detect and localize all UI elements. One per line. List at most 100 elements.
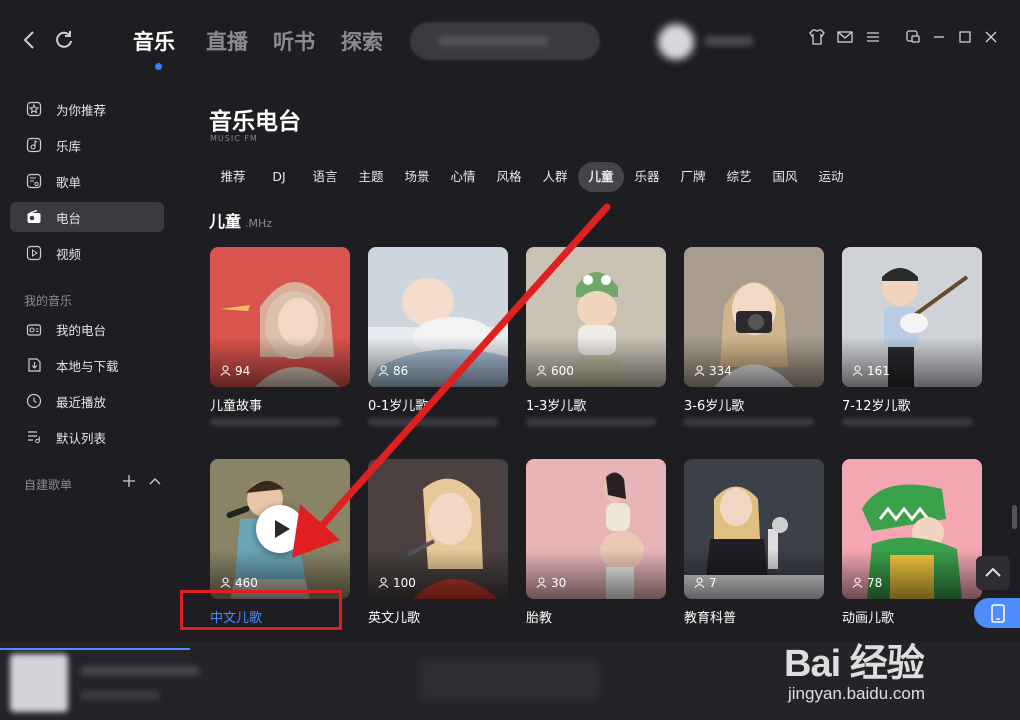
- card-description: [684, 418, 814, 426]
- card-title[interactable]: 儿童故事: [210, 395, 262, 414]
- radio-card[interactable]: 334: [684, 247, 824, 387]
- playback-controls[interactable]: [420, 660, 600, 700]
- collapse-up-icon[interactable]: [148, 474, 162, 488]
- maximize-icon[interactable]: [956, 28, 974, 46]
- music-library-icon: [26, 137, 42, 153]
- download-icon: [26, 357, 42, 373]
- user-profile[interactable]: [650, 22, 770, 62]
- card-title[interactable]: 3-6岁儿歌: [684, 395, 744, 414]
- page-title: 音乐电台: [209, 109, 301, 135]
- tab-audiobook[interactable]: 听书: [273, 26, 315, 56]
- play-button[interactable]: [256, 505, 304, 553]
- category-tab[interactable]: 运动: [811, 162, 851, 192]
- category-tab[interactable]: DJ: [262, 162, 296, 192]
- sidebar-item-radio[interactable]: 电台: [10, 202, 164, 232]
- track-artist: [80, 690, 160, 700]
- person-icon: [694, 577, 705, 588]
- category-tab[interactable]: 主题: [351, 162, 391, 192]
- my-music-section-title: 我的音乐: [24, 294, 73, 308]
- back-icon[interactable]: [18, 28, 42, 52]
- card-title[interactable]: 0-1岁儿歌: [368, 395, 428, 414]
- category-tab[interactable]: 风格: [489, 162, 529, 192]
- sidebar-item-my-radio[interactable]: 我的电台: [10, 314, 164, 344]
- avatar: [658, 24, 694, 60]
- category-tab[interactable]: 推荐: [212, 162, 254, 192]
- list-icon: [26, 429, 42, 445]
- playlist-icon: [26, 173, 42, 189]
- clock-icon: [26, 393, 42, 409]
- radio-card[interactable]: 78: [842, 459, 982, 599]
- card-description: [368, 418, 498, 426]
- card-description: [526, 418, 656, 426]
- top-bar: 音乐 直播 听书 探索: [0, 0, 1020, 82]
- close-icon[interactable]: [982, 28, 1000, 46]
- scrollbar[interactable]: [1012, 505, 1017, 529]
- card-title[interactable]: 1-3岁儿歌: [526, 395, 586, 414]
- radio-card[interactable]: 100: [368, 459, 508, 599]
- card-title[interactable]: 7-12岁儿歌: [842, 395, 911, 414]
- person-icon: [536, 365, 547, 376]
- sidebar-item-default-list[interactable]: 默认列表: [10, 422, 164, 452]
- tab-live[interactable]: 直播: [206, 26, 248, 56]
- category-tab[interactable]: 综艺: [719, 162, 759, 192]
- refresh-icon[interactable]: [52, 28, 76, 52]
- video-icon: [26, 245, 42, 261]
- person-icon: [220, 577, 231, 588]
- mini-mode-icon[interactable]: [904, 28, 922, 46]
- radio-card[interactable]: 94: [210, 247, 350, 387]
- sidebar-item-label: 电台: [56, 211, 82, 226]
- category-tab[interactable]: 心情: [443, 162, 483, 192]
- sidebar-item-label: 乐库: [56, 139, 82, 154]
- card-title[interactable]: 胎教: [526, 607, 552, 626]
- radio-card[interactable]: 86: [368, 247, 508, 387]
- category-tab[interactable]: 场景: [397, 162, 437, 192]
- sidebar-item-video[interactable]: 视频: [10, 238, 164, 268]
- sidebar-item-label: 最近播放: [56, 395, 107, 410]
- minimize-icon[interactable]: [930, 28, 948, 46]
- search-input[interactable]: [410, 22, 600, 60]
- track-title: [80, 666, 200, 676]
- playback-progress[interactable]: [0, 648, 190, 650]
- tab-explore[interactable]: 探索: [341, 26, 383, 56]
- mobile-device-button[interactable]: [974, 598, 1020, 628]
- category-tab[interactable]: 语言: [305, 162, 345, 192]
- tab-music[interactable]: 音乐: [133, 26, 175, 56]
- listener-count: 334: [694, 364, 732, 378]
- add-playlist-icon[interactable]: [120, 472, 138, 490]
- category-tab[interactable]: 厂牌: [673, 162, 713, 192]
- my-radio-icon: [26, 321, 42, 337]
- sidebar-item-playlist[interactable]: 歌单: [10, 166, 164, 196]
- person-icon: [694, 365, 705, 376]
- active-tab-indicator: [155, 63, 162, 70]
- sidebar-item-local-download[interactable]: 本地与下载: [10, 350, 164, 380]
- category-tab-active[interactable]: 儿童: [578, 162, 624, 192]
- radio-card[interactable]: 30: [526, 459, 666, 599]
- sidebar-item-recommend[interactable]: 为你推荐: [10, 94, 164, 124]
- card-title[interactable]: 教育科普: [684, 607, 736, 626]
- scroll-to-top-button[interactable]: [976, 556, 1010, 590]
- card-title[interactable]: 动画儿歌: [842, 607, 894, 626]
- sidebar-item-library[interactable]: 乐库: [10, 130, 164, 160]
- menu-icon[interactable]: [864, 28, 882, 46]
- category-tab[interactable]: 国风: [765, 162, 805, 192]
- radio-card[interactable]: 161: [842, 247, 982, 387]
- person-icon: [852, 577, 863, 588]
- sidebar-item-label: 视频: [56, 247, 82, 262]
- album-cover[interactable]: [10, 654, 68, 712]
- mail-icon[interactable]: [836, 28, 854, 46]
- category-tab[interactable]: 人群: [535, 162, 575, 192]
- person-icon: [220, 365, 231, 376]
- skin-icon[interactable]: [808, 28, 826, 46]
- radio-icon: [26, 209, 42, 225]
- sidebar-item-label: 默认列表: [56, 431, 107, 446]
- sidebar: 为你推荐 乐库 歌单 电台 视频 我的音乐 我的电台 本地与下载 最近播放 默认…: [0, 82, 190, 642]
- card-title[interactable]: 英文儿歌: [368, 607, 420, 626]
- category-tab[interactable]: 乐器: [627, 162, 667, 192]
- sidebar-item-recent[interactable]: 最近播放: [10, 386, 164, 416]
- radio-card-selected[interactable]: 460: [210, 459, 350, 599]
- person-icon: [852, 365, 863, 376]
- main-content: 音乐电台 MUSIC FM 推荐 DJ 语言 主题 场景 心情 风格 人群 儿童…: [190, 82, 1020, 642]
- radio-card[interactable]: 7: [684, 459, 824, 599]
- listener-count: 100: [378, 576, 416, 590]
- radio-card[interactable]: 600: [526, 247, 666, 387]
